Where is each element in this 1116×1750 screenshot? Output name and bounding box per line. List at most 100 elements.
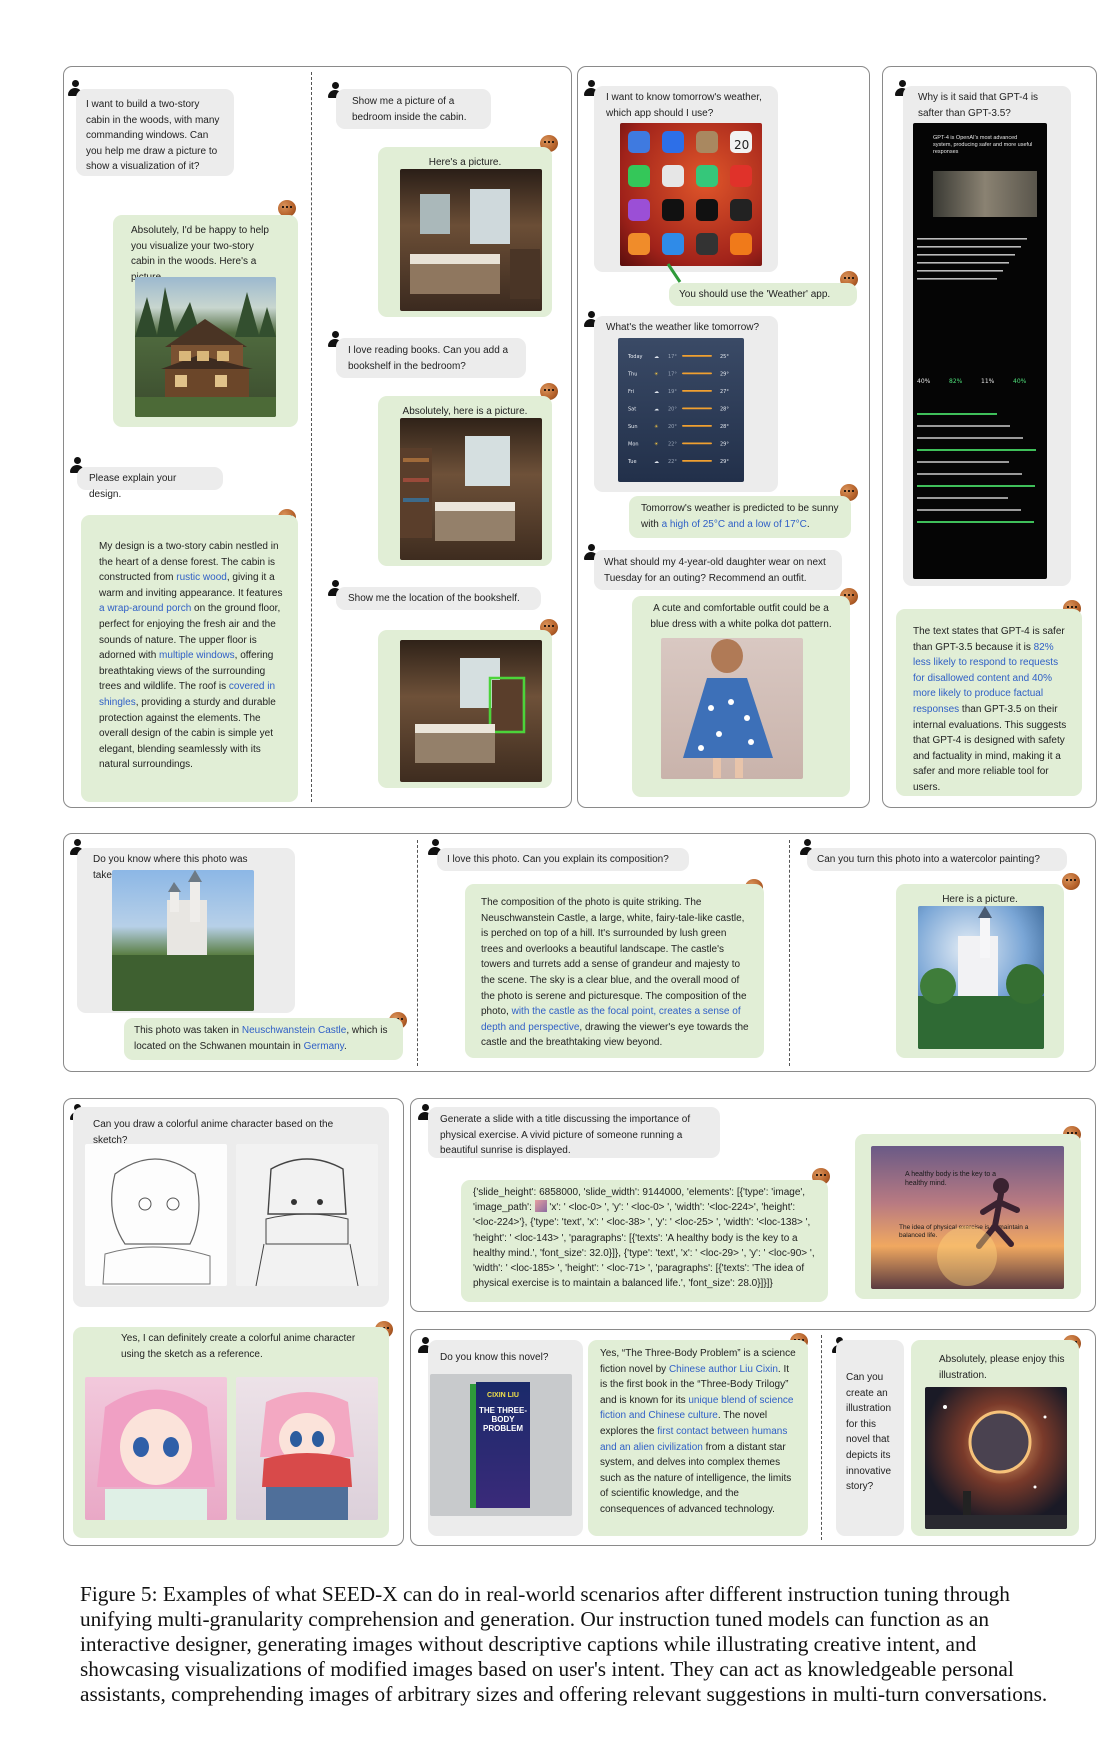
doc-text-line bbox=[917, 262, 1009, 264]
doc-text-line bbox=[917, 246, 1021, 248]
forecast-low-temp: 20° bbox=[668, 424, 677, 430]
highlight-span: Chinese author Liu Cixin bbox=[668, 1363, 778, 1375]
castle-watercolor-image bbox=[918, 906, 1044, 1049]
book-title-text: THE THREE-BODY PROBLEM bbox=[479, 1406, 527, 1433]
doc-text-line bbox=[917, 449, 1036, 451]
bot-message: Absolutely, I'd be happy to help you vis… bbox=[113, 215, 298, 427]
bot-message: {'slide_height': 6858000, 'slide_width':… bbox=[461, 1180, 828, 1302]
forecast-range-bar bbox=[682, 372, 712, 375]
bot-message: The composition of the photo is quite st… bbox=[465, 884, 764, 1058]
forecast-weather-icon: ☁ bbox=[654, 407, 659, 413]
user-message: What should my 4-year-old daughter wear … bbox=[594, 550, 842, 590]
forecast-high-temp: 28° bbox=[720, 407, 729, 413]
user-message: Show me a picture of a bedroom inside th… bbox=[336, 89, 491, 129]
figure-caption-text: Examples of what SEED-X can do in real-w… bbox=[80, 1582, 1048, 1706]
doc-text-line bbox=[917, 254, 1015, 256]
bot-message: Yes, “The Three-Body Problem” is a scien… bbox=[588, 1340, 808, 1536]
bot-message: This photo was taken in Neuschwanstein C… bbox=[124, 1018, 403, 1060]
user-message: Can you draw a colorful anime character … bbox=[73, 1107, 389, 1307]
bedroom-image bbox=[400, 169, 542, 311]
pointer-line bbox=[666, 263, 682, 283]
anime-colored-image-left bbox=[85, 1377, 227, 1520]
doc-text-line bbox=[917, 278, 997, 280]
panel-divider bbox=[311, 72, 312, 802]
doc-stat-value: 40% bbox=[1013, 378, 1027, 385]
forecast-weather-icon: ☀ bbox=[654, 424, 658, 430]
forecast-weather-icon: ☀ bbox=[654, 442, 658, 448]
highlight-span: Neuschwanstein Castle bbox=[241, 1025, 347, 1036]
sketch-image-right bbox=[236, 1144, 378, 1286]
novel-illustration-image bbox=[925, 1387, 1067, 1529]
forecast-day-label: Sat bbox=[628, 407, 636, 413]
forecast-range-bar bbox=[682, 355, 712, 357]
forecast-weather-icon: ☁ bbox=[654, 389, 659, 395]
highlight-span: rustic wood bbox=[176, 572, 227, 584]
forecast-high-temp: 29° bbox=[720, 459, 729, 465]
weather-forecast-image: Today ☁ 17° 25° Thu ☀ 17° 29° Fri ☁ 19° 27° Sat ☁ 20° 2… bbox=[618, 338, 744, 482]
bot-message-text: A cute and comfortable outfit could be a… bbox=[650, 603, 832, 630]
user-message-text: I want to know tomorrow's weather, which… bbox=[606, 92, 762, 119]
forecast-day-label: Mon bbox=[628, 442, 639, 448]
figure-label: Figure 5: bbox=[80, 1582, 158, 1606]
user-message: I love reading books. Can you add a book… bbox=[336, 338, 526, 378]
forecast-high-temp: 29° bbox=[720, 372, 729, 378]
bot-message-text: Yes, I can definitely create a colorful … bbox=[121, 1333, 356, 1360]
forecast-day-label: Today bbox=[627, 354, 643, 360]
user-message-text: Why is it said that GPT-4 is safter than… bbox=[918, 92, 1039, 119]
highlight-span: a wrap-around porch bbox=[99, 603, 192, 615]
forecast-day-label: Tue bbox=[627, 459, 637, 465]
doc-text-line bbox=[917, 509, 1021, 511]
bot-avatar-icon bbox=[1062, 873, 1080, 890]
text-span: than GPT-3.5 on their internal evaluatio… bbox=[913, 703, 1067, 793]
bot-message-text: Absolutely, please enjoy this illustrati… bbox=[939, 1354, 1065, 1381]
doc-text-line bbox=[917, 521, 1034, 523]
user-message: Please explain your design. bbox=[77, 467, 223, 500]
cabin-image bbox=[135, 277, 276, 417]
user-message: Do you know where this photo was taken? bbox=[77, 848, 295, 1013]
figure-caption: Figure 5: Examples of what SEED-X can do… bbox=[80, 1582, 1062, 1707]
book-author-text: CIXIN LIU bbox=[487, 1392, 519, 1399]
user-message: I love this photo. Can you explain its c… bbox=[437, 848, 689, 871]
forecast-range-bar bbox=[682, 425, 712, 427]
bot-message: The text states that GPT-4 is safer than… bbox=[896, 609, 1082, 796]
user-message: I want to know tomorrow's weather, which… bbox=[594, 86, 778, 272]
user-message: Can you turn this photo into a watercolo… bbox=[807, 848, 1067, 871]
forecast-range-bar bbox=[682, 407, 712, 410]
bot-message: Tomorrow's weather is predicted to be su… bbox=[629, 496, 851, 538]
doc-stat-value: 11% bbox=[981, 378, 995, 385]
text-span: The composition of the photo is quite st… bbox=[481, 897, 747, 1018]
phone-app-grid-image: 20 bbox=[620, 123, 762, 266]
gpt4-webpage-image: GPT-4 is OpenAI's most advanced system, … bbox=[913, 123, 1047, 579]
highlight-span: Germany bbox=[303, 1040, 344, 1052]
text-span: . bbox=[806, 518, 810, 530]
panel-divider bbox=[821, 1335, 822, 1540]
sketch-image-left bbox=[85, 1144, 227, 1286]
doc-text-line bbox=[917, 485, 1035, 487]
image-thumbnail-icon bbox=[534, 1200, 547, 1213]
book-cover-image: CIXIN LIU THE THREE-BODY PROBLEM bbox=[430, 1374, 572, 1516]
bot-message: A cute and comfortable outfit could be a… bbox=[632, 596, 850, 797]
forecast-high-temp: 28° bbox=[720, 424, 729, 430]
anime-colored-image-right bbox=[236, 1377, 378, 1520]
forecast-low-temp: 20° bbox=[668, 407, 677, 413]
text-span: This photo was taken in bbox=[134, 1025, 242, 1036]
bot-message: Yes, I can definitely create a colorful … bbox=[73, 1327, 389, 1538]
forecast-high-temp: 29° bbox=[720, 442, 729, 448]
calendar-date-text: 20 bbox=[734, 138, 749, 152]
user-message: Generate a slide with a title discussing… bbox=[428, 1107, 720, 1158]
forecast-weather-icon: ☀ bbox=[654, 372, 658, 378]
forecast-low-temp: 22° bbox=[668, 459, 677, 465]
bot-message bbox=[378, 630, 552, 788]
bot-message: Absolutely, please enjoy this illustrati… bbox=[911, 1340, 1079, 1536]
doc-text-line bbox=[917, 425, 1010, 427]
forecast-low-temp: 17° bbox=[668, 372, 677, 378]
forecast-range-bar bbox=[682, 460, 712, 462]
panel-divider bbox=[789, 840, 790, 1066]
forecast-high-temp: 25° bbox=[720, 354, 729, 360]
doc-text-line bbox=[917, 473, 1022, 475]
forecast-weather-icon: ☁ bbox=[654, 459, 659, 465]
forecast-range-bar bbox=[682, 442, 712, 445]
doc-text-line bbox=[917, 461, 1009, 463]
doc-text-line bbox=[917, 497, 1008, 499]
doc-stat-value: 40% bbox=[917, 378, 931, 385]
